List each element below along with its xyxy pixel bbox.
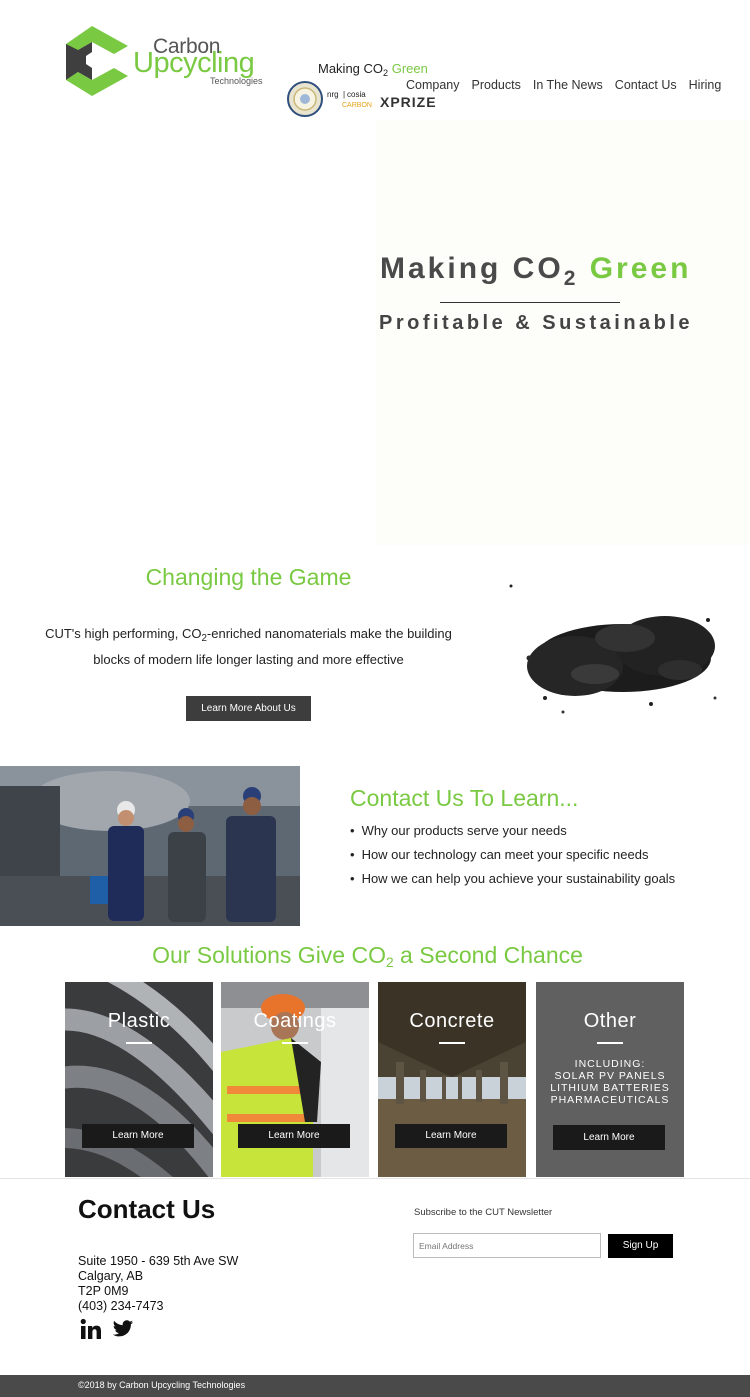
hero-title-text: Making CO xyxy=(380,252,564,285)
other-includes-item: SOLAR PV PANELS xyxy=(554,1070,666,1082)
address-line: T2P 0M9 xyxy=(78,1284,129,1298)
badge-cosia-text: cosia xyxy=(347,90,366,99)
badge-carbon-text: CARBON xyxy=(342,102,372,109)
solution-card-concrete[interactable]: Concrete Learn More xyxy=(378,982,526,1177)
learn-list-item: How our technology can meet your specifi… xyxy=(350,844,675,868)
game-section-text: CUT's high performing, CO2-enriched nano… xyxy=(30,622,467,672)
other-includes-item: LITHIUM BATTERIES xyxy=(550,1082,670,1094)
nav-item-hiring[interactable]: Hiring xyxy=(689,78,722,92)
address-line: Suite 1950 - 639 5th Ave SW xyxy=(78,1254,239,1268)
solution-card-coatings[interactable]: Coatings Learn More xyxy=(221,982,369,1177)
phone-number[interactable]: (403) 234-7473 xyxy=(78,1299,238,1314)
solutions-title-subscript: 2 xyxy=(385,955,394,971)
game-section-title: Changing the Game xyxy=(145,564,352,590)
plastic-learn-more-button[interactable]: Learn More xyxy=(82,1124,194,1148)
header-tagline: Making CO2 Green xyxy=(318,61,428,79)
hero-subtitle: Profitable & Sustainable xyxy=(379,312,694,334)
solutions-title: Our Solutions Give CO2 a Second Chance xyxy=(0,942,735,971)
game-text-pre: CUT's high performing, CO xyxy=(45,626,202,641)
copyright-text: ©2018 by Carbon Upcycling Technologies xyxy=(78,1380,246,1390)
header-tagline-text: Making CO xyxy=(318,61,384,76)
card-divider xyxy=(126,1042,152,1044)
solution-card-plastic[interactable]: Plastic Learn More xyxy=(65,982,213,1177)
hero-title-subscript: 2 xyxy=(563,267,579,291)
concrete-learn-more-button[interactable]: Learn More xyxy=(395,1124,507,1148)
newsletter-label: Subscribe to the CUT Newsletter xyxy=(414,1207,553,1218)
hero-title-green: Green xyxy=(589,252,692,285)
logo-text-technologies: Technologies xyxy=(210,76,263,86)
solutions-title-post: a Second Chance xyxy=(393,942,583,968)
other-includes-item: PHARMACEUTICALS xyxy=(550,1094,670,1106)
learn-list-item: How we can help you achieve your sustain… xyxy=(350,868,676,892)
other-includes-heading: INCLUDING: xyxy=(574,1058,646,1070)
badge-nrg-text: nrg xyxy=(327,90,339,99)
social-links xyxy=(80,1318,134,1340)
carbon-powder-image xyxy=(509,584,717,714)
nav-item-in-the-news[interactable]: In The News xyxy=(533,78,603,92)
seal-badge-icon xyxy=(287,81,323,117)
learn-more-about-us-button[interactable]: Learn More About Us xyxy=(186,696,311,721)
learn-list-item: Why our products serve your needs xyxy=(350,820,675,844)
learn-list: Why our products serve your needs How ou… xyxy=(350,820,676,892)
other-learn-more-button[interactable]: Learn More xyxy=(553,1125,665,1150)
email-field[interactable] xyxy=(413,1233,601,1258)
card-label: Other xyxy=(583,1010,637,1032)
other-includes-list: INCLUDING: SOLAR PV PANELS LITHIUM BATTE… xyxy=(536,1058,684,1106)
footer-divider xyxy=(0,1178,750,1179)
card-divider xyxy=(597,1042,623,1044)
hero-divider xyxy=(440,302,620,303)
header-tagline-subscript: 2 xyxy=(383,68,389,79)
card-divider xyxy=(439,1042,465,1044)
footer-contact-title: Contact Us xyxy=(78,1194,216,1224)
card-label: Concrete xyxy=(409,1010,495,1032)
nav-item-contact-us[interactable]: Contact Us xyxy=(615,78,677,92)
twitter-icon[interactable] xyxy=(112,1318,134,1340)
badge-xprize-text: XPRIZE xyxy=(380,94,437,110)
linkedin-icon[interactable] xyxy=(80,1318,102,1340)
solution-card-other[interactable]: Other INCLUDING: SOLAR PV PANELS LITHIUM… xyxy=(536,982,684,1177)
solutions-title-pre: Our Solutions Give CO xyxy=(152,942,386,968)
header-tagline-green: Green xyxy=(388,61,428,76)
coatings-learn-more-button[interactable]: Learn More xyxy=(238,1124,350,1148)
address-line: Calgary, AB xyxy=(78,1269,144,1283)
game-text-subscript: 2 xyxy=(201,632,207,644)
nav-item-company[interactable]: Company xyxy=(406,78,460,92)
nav-item-products[interactable]: Products xyxy=(472,78,521,92)
sign-up-button[interactable]: Sign Up xyxy=(608,1234,673,1258)
svg-text:|: | xyxy=(343,90,345,99)
main-nav: Company Products In The News Contact Us … xyxy=(406,78,721,92)
footer-address: Suite 1950 - 639 5th Ave SW Calgary, AB … xyxy=(78,1254,238,1314)
card-divider xyxy=(282,1042,308,1044)
workers-photo xyxy=(0,766,300,926)
card-label: Coatings xyxy=(253,1010,337,1032)
card-label: Plastic xyxy=(107,1010,171,1032)
learn-section-title: Contact Us To Learn... xyxy=(350,785,579,811)
hero-title: Making CO2 Green xyxy=(380,252,692,290)
